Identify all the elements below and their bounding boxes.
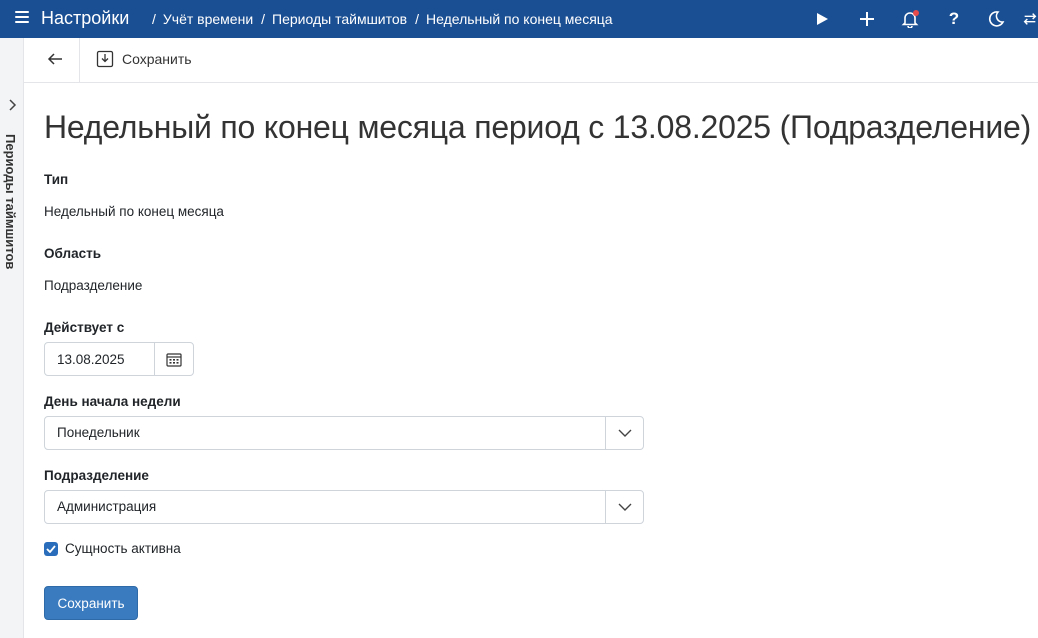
sidebar-label[interactable]: Периоды таймшитов: [3, 134, 18, 269]
department-label: Подразделение: [44, 468, 149, 483]
toolbar-save-label: Сохранить: [122, 51, 192, 67]
valid-from-date-picker: [44, 342, 194, 376]
week-start-label: День начала недели: [44, 394, 181, 409]
bell-icon[interactable]: [899, 8, 921, 30]
swap-icon[interactable]: [1022, 8, 1038, 30]
breadcrumb-separator: /: [261, 11, 266, 27]
breadcrumb-separator: /: [152, 11, 156, 27]
scope-value: Подразделение: [44, 278, 143, 293]
chevron-down-icon[interactable]: [605, 417, 643, 449]
calendar-icon[interactable]: [155, 343, 193, 375]
valid-from-input[interactable]: [45, 343, 155, 375]
back-arrow-icon[interactable]: [46, 51, 66, 69]
department-value: Администрация: [57, 499, 157, 514]
type-label: Тип: [44, 172, 69, 187]
valid-from-label: Действует с: [44, 320, 125, 335]
notification-dot: [913, 10, 919, 16]
top-navbar: Настройки / Учёт времени / Периоды таймш…: [0, 0, 1038, 38]
play-icon[interactable]: [811, 8, 833, 30]
chevron-down-icon[interactable]: [605, 491, 643, 523]
toolbar-save-button[interactable]: Сохранить: [96, 50, 192, 68]
app-title[interactable]: Настройки: [41, 8, 129, 29]
help-icon[interactable]: ?: [943, 8, 965, 30]
breadcrumb-item-current: Недельный по конец месяца: [426, 11, 613, 27]
plus-icon[interactable]: [856, 8, 878, 30]
type-value: Недельный по конец месяца: [44, 204, 224, 219]
page-title: Недельный по конец месяца период с 13.08…: [44, 109, 1032, 145]
active-checkbox-row: Сущность активна: [44, 541, 181, 556]
toolbar: Сохранить: [24, 38, 1038, 83]
week-start-value: Понедельник: [57, 425, 140, 440]
week-start-select[interactable]: Понедельник: [44, 416, 644, 450]
scope-label: Область: [44, 246, 102, 261]
active-checkbox[interactable]: [44, 541, 58, 556]
moon-icon[interactable]: [985, 8, 1007, 30]
breadcrumb-item-timesheet-periods[interactable]: Периоды таймшитов: [272, 11, 407, 27]
breadcrumb-item-time-tracking[interactable]: Учёт времени: [163, 11, 253, 27]
active-checkbox-label[interactable]: Сущность активна: [65, 541, 181, 556]
checkmark-icon: [46, 544, 56, 553]
department-select[interactable]: Администрация: [44, 490, 644, 524]
side-rail: Периоды таймшитов: [0, 38, 24, 638]
toolbar-divider: [79, 38, 80, 82]
menu-icon[interactable]: [15, 11, 29, 25]
save-button[interactable]: Сохранить: [44, 586, 138, 620]
chevron-right-icon[interactable]: [5, 98, 19, 112]
save-icon: [96, 50, 114, 68]
breadcrumb: / Учёт времени / Периоды таймшитов / Нед…: [152, 11, 621, 27]
breadcrumb-separator: /: [415, 11, 419, 27]
